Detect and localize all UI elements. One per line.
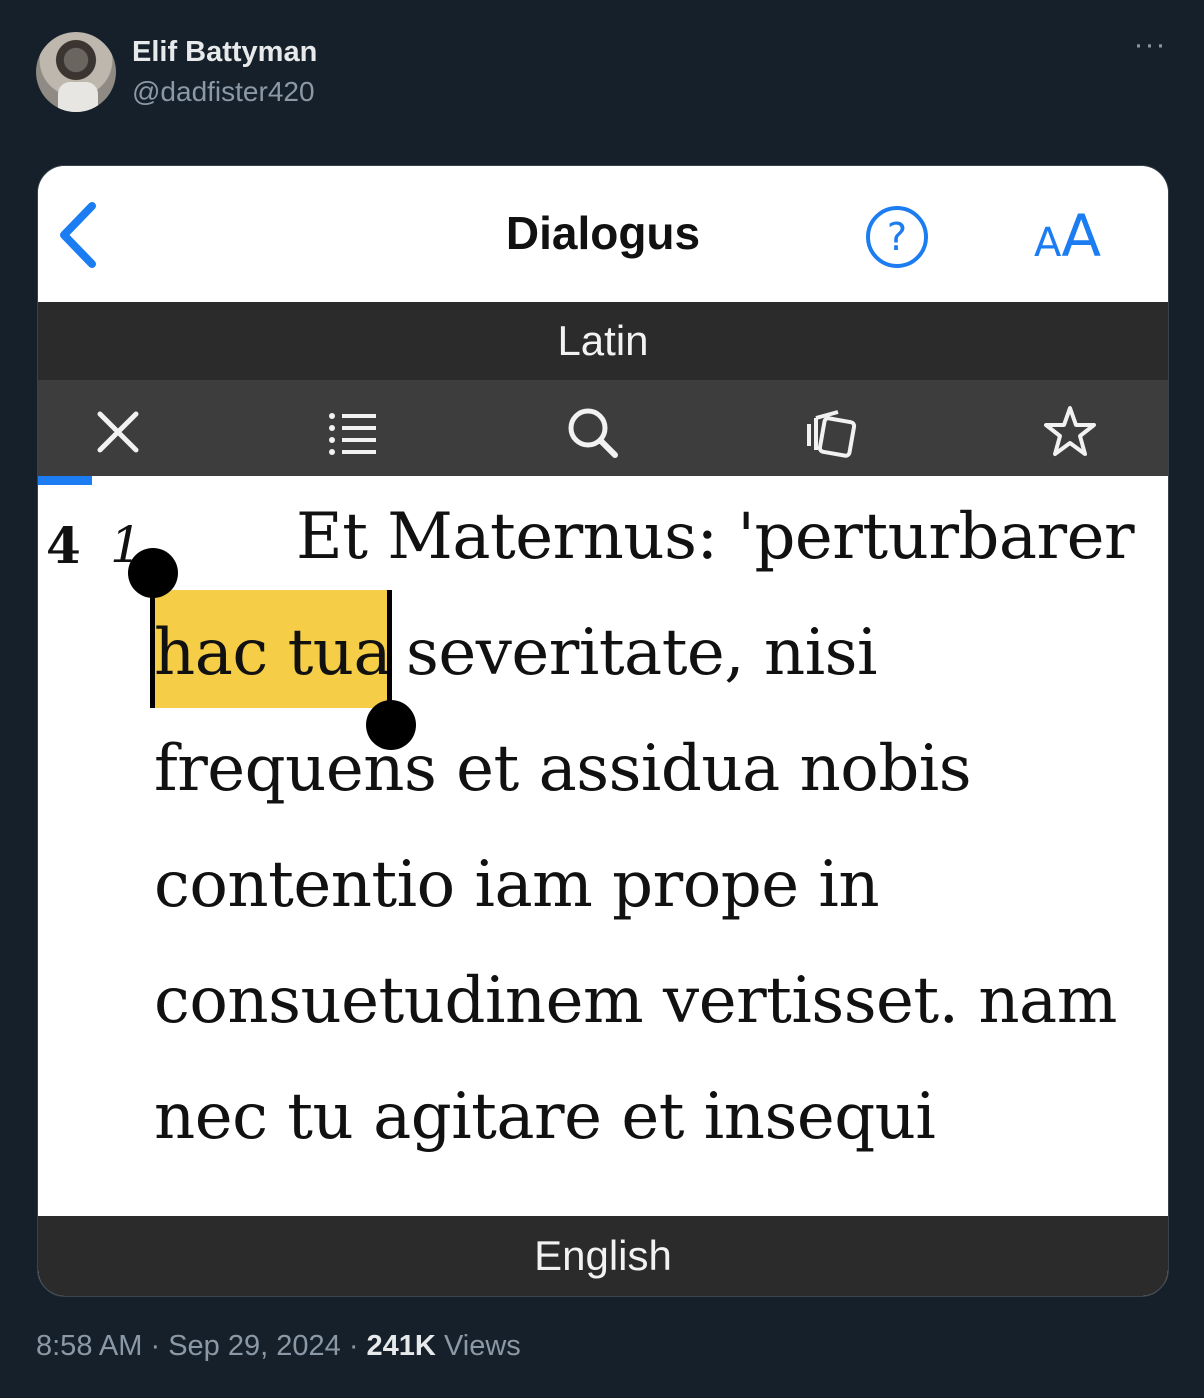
tweet-time[interactable]: 8:58 AM [36,1330,142,1362]
meta-separator: · [150,1330,161,1362]
text-line: severitate, nisi [406,616,877,690]
tweet-media-screenshot[interactable]: Dialogus ? AA Latin 4 1 Et Maternus: 'pe… [37,165,1169,1297]
author-handle[interactable]: @dadfister420 [132,76,315,108]
selection-end-handle[interactable] [366,700,416,750]
target-language-bar[interactable]: English [38,1216,1168,1296]
font-size-small-glyph: A [1034,220,1062,266]
views-count: 241K [366,1330,436,1362]
reader-text-area[interactable]: 4 1 Et Maternus: 'perturbarer hac tua se… [38,486,1168,1216]
help-icon[interactable]: ? [864,204,930,270]
more-options-icon[interactable]: ··· [1130,30,1170,70]
selected-text[interactable]: hac tua [154,616,392,690]
font-size-big-glyph: A [1061,202,1102,270]
text-line: contentio iam prope in [154,848,880,922]
app-title: Dialogus [505,207,701,259]
reading-progress-indicator [38,476,92,485]
font-size-icon[interactable]: AA [1034,202,1101,270]
views-label: Views [443,1330,521,1362]
text-line: nec tu agitare et insequi [154,1080,936,1154]
tweet-date[interactable]: Sep 29, 2024 [168,1330,341,1362]
section-number: 4 [46,516,81,575]
svg-text:?: ? [887,215,907,259]
text-line: consuetudinem vertisset. nam [154,964,1117,1038]
text-line: Et Maternus: 'perturbarer [296,500,1135,574]
star-icon[interactable] [1042,404,1098,460]
close-icon[interactable] [90,404,146,460]
search-icon[interactable] [564,404,620,460]
app-header: Dialogus ? AA [38,166,1168,302]
meta-separator: · [348,1330,359,1362]
author-name[interactable]: Elif Battyman [132,36,317,69]
source-language-bar[interactable]: Latin [38,302,1168,380]
text-line: frequens et assidua nobis [154,732,972,806]
tweet-metadata: 8:58 AM · Sep 29, 2024 · 241K Views [36,1330,521,1363]
cards-icon[interactable] [802,404,858,460]
selection-start-handle[interactable] [128,548,178,598]
author-avatar[interactable] [36,32,116,112]
list-icon[interactable] [324,404,380,460]
reader-toolbar [38,380,1168,476]
